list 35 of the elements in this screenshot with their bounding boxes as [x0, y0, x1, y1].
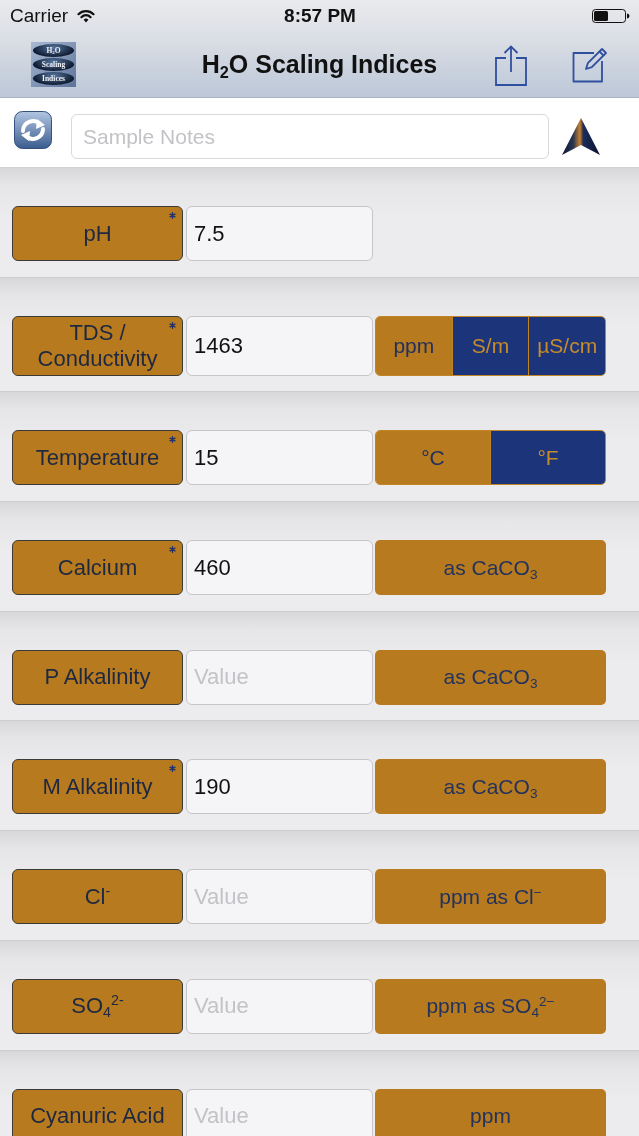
value-field[interactable]: 460: [186, 540, 373, 596]
unit-label: as CaCO$_{3}$: [375, 759, 606, 815]
parameter-button[interactable]: P Alkalinity: [12, 649, 183, 705]
unit-segment[interactable]: S/m: [451, 316, 529, 375]
wifi-icon: [77, 9, 96, 23]
notes-field[interactable]: Sample Notes: [71, 114, 549, 159]
refresh-icon[interactable]: [14, 111, 52, 149]
parameter-button[interactable]: Calcium: [12, 540, 183, 596]
unit-segmented-control[interactable]: ppm S/m µS/cm: [375, 315, 606, 376]
unit-label: as CaCO$_{3}$: [375, 649, 606, 705]
battery-icon: [592, 9, 630, 23]
unit-label: as CaCO$_{3}$: [375, 540, 606, 596]
app-title: H$_{2}$O Scaling Indices: [201, 50, 438, 79]
carrier-name: Carrier: [10, 5, 69, 27]
parameter-button[interactable]: Cl$^{-}$: [12, 869, 183, 925]
unit-label: ppm as Cl$^{−}$: [375, 869, 606, 925]
unit-segment[interactable]: °F: [490, 431, 605, 485]
unit-segment[interactable]: °C: [376, 431, 490, 485]
parameter-button[interactable]: M Alkalinity: [12, 759, 183, 815]
parameter-button[interactable]: Cyanuric Acid: [12, 1088, 183, 1136]
value-field[interactable]: 190: [186, 759, 373, 815]
unit-label: ppm: [375, 1088, 606, 1136]
parameter-button[interactable]: Temperature: [12, 430, 183, 486]
value-field[interactable]: 15: [186, 430, 373, 486]
unit-segment[interactable]: ppm: [376, 316, 452, 375]
compose-icon[interactable]: [572, 46, 608, 83]
parameter-button[interactable]: pH: [12, 206, 183, 261]
unit-segmented-control[interactable]: °C °F: [375, 430, 606, 486]
value-field[interactable]: 1463: [186, 315, 373, 376]
value-field[interactable]: 7.5: [186, 206, 373, 261]
share-icon[interactable]: [495, 43, 527, 86]
unit-segment[interactable]: µS/cm: [528, 316, 605, 375]
arrowhead-icon[interactable]: [562, 118, 600, 155]
status-time: 8:57 PM: [284, 5, 356, 27]
parameter-button[interactable]: TDS / Conductivity: [12, 315, 183, 376]
